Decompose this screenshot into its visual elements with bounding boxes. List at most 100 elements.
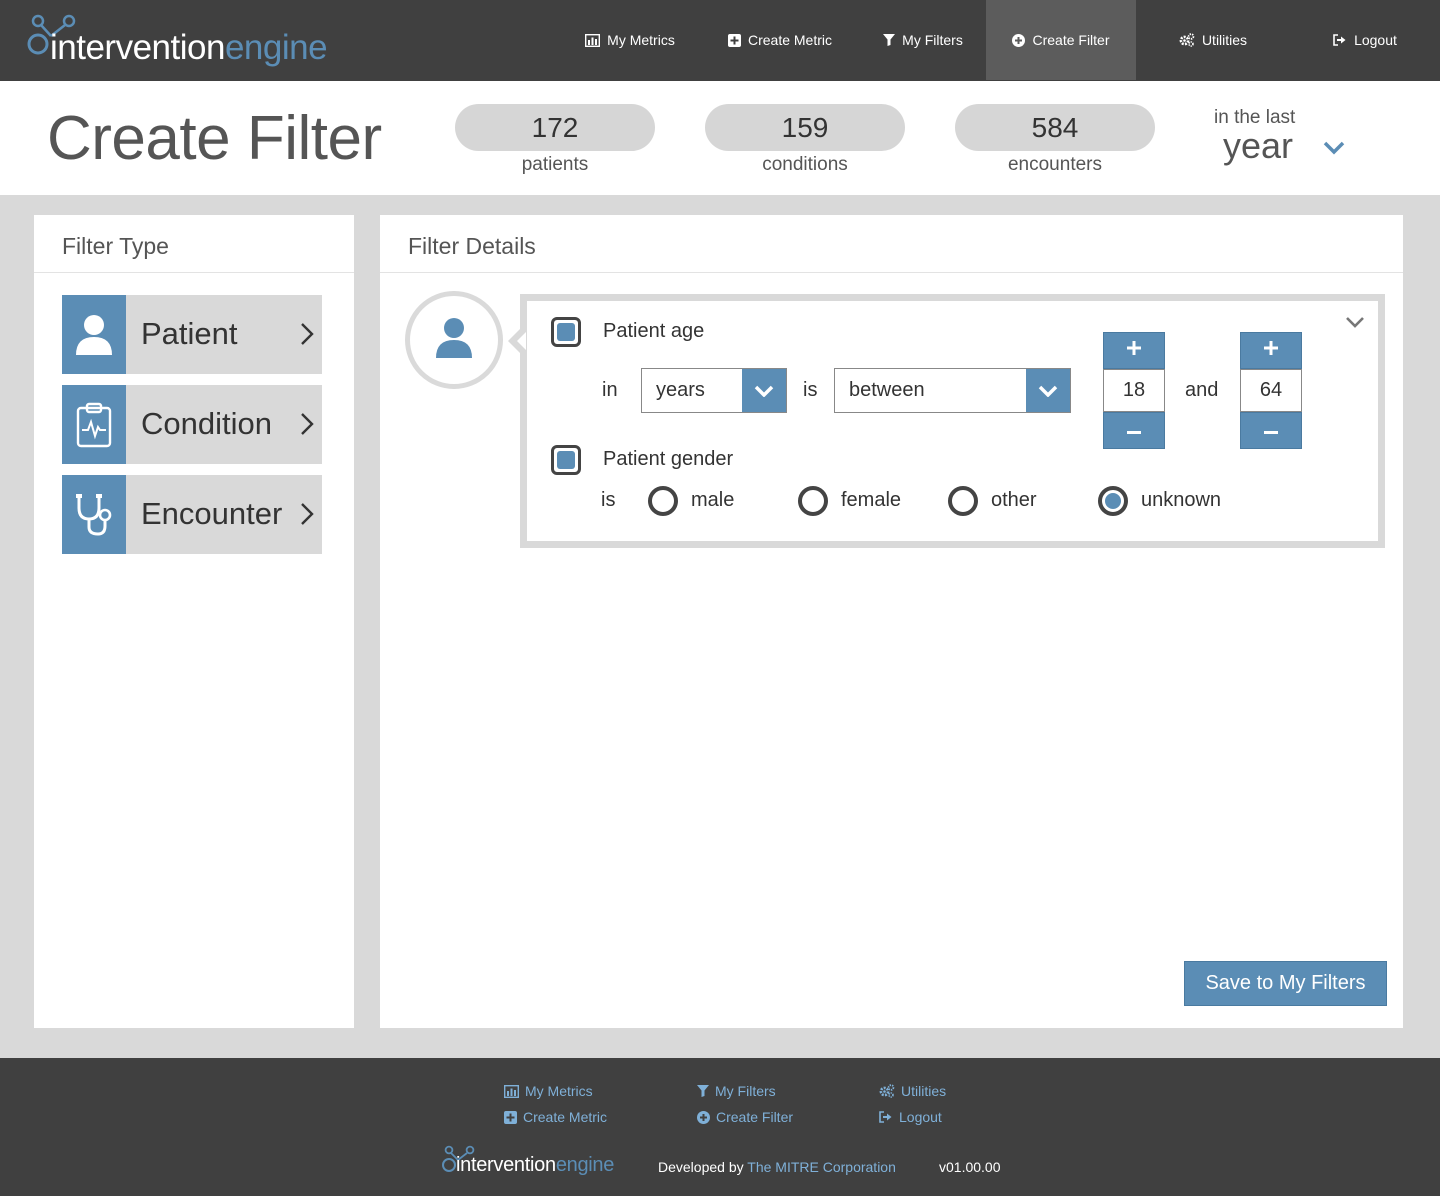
gender-radio-other[interactable]	[948, 486, 978, 516]
nav-create-filter[interactable]: Create Filter	[986, 0, 1136, 80]
filter-type-condition[interactable]: Condition	[62, 385, 322, 464]
main-nav: My Metrics Create Metric My Filters Crea…	[560, 0, 1440, 80]
footer-link-my-filters[interactable]: My Filters	[697, 1083, 776, 1099]
footer-link-label: Create Metric	[523, 1109, 608, 1125]
chevron-right-icon	[300, 502, 314, 531]
nav-logout[interactable]: Logout	[1290, 0, 1440, 80]
gender-option-label: female	[841, 489, 902, 511]
brand-name-part1: intervention	[456, 1154, 556, 1176]
gender-option-label: other	[991, 489, 1037, 511]
nav-label: Create Metric	[747, 32, 833, 48]
filter-details-panel: Filter Details Patient age in years is b…	[380, 215, 1403, 1028]
collapse-chevron-icon[interactable]	[1345, 315, 1365, 333]
age-operator-select[interactable]: between	[834, 368, 1071, 413]
plus-square-icon	[504, 1110, 517, 1124]
nav-label: My Filters	[902, 32, 963, 48]
gender-checkbox[interactable]	[551, 445, 581, 475]
stethoscope-icon	[62, 475, 126, 554]
plus-square-icon	[727, 33, 741, 47]
mitre-link[interactable]: The MITRE Corporation	[747, 1159, 896, 1175]
filter-type-label: Encounter	[141, 496, 283, 531]
gender-is-label: is	[601, 489, 616, 511]
stat-value: 584	[955, 104, 1155, 151]
increment-button[interactable]	[1240, 332, 1302, 369]
stat-patients: 172 patients	[455, 104, 655, 176]
gender-radio-male[interactable]	[648, 486, 678, 516]
footer-link-utilities[interactable]: Utilities	[879, 1083, 946, 1099]
filter-type-encounter[interactable]: Encounter	[62, 475, 322, 554]
minus-icon	[1264, 422, 1278, 440]
footer-link-label: Logout	[899, 1109, 942, 1125]
decrement-button[interactable]	[1103, 412, 1165, 449]
increment-button[interactable]	[1103, 332, 1165, 369]
plus-icon	[1127, 341, 1141, 360]
age-max-value[interactable]: 64	[1240, 369, 1302, 412]
filter-details-heading: Filter Details	[380, 215, 1403, 273]
gender-option-label: unknown	[1141, 489, 1222, 511]
chevron-down-icon	[1026, 369, 1070, 412]
gender-radio-female[interactable]	[798, 486, 828, 516]
brand-name-part1: intervention	[50, 28, 225, 67]
brand-name: interventionengine	[50, 28, 328, 68]
footer-link-logout[interactable]: Logout	[879, 1109, 942, 1125]
chevron-right-icon	[300, 412, 314, 441]
logout-icon	[879, 1111, 893, 1123]
decrement-button[interactable]	[1240, 412, 1302, 449]
period-value: year	[1223, 125, 1294, 166]
filter-type-label: Condition	[141, 406, 272, 441]
stat-label: patients	[521, 154, 589, 175]
developed-by-text: Developed by The MITRE Corporation	[658, 1159, 896, 1175]
footer-link-create-filter[interactable]: Create Filter	[697, 1109, 793, 1125]
chevron-right-icon	[300, 322, 314, 351]
filter-type-label: Patient	[141, 316, 238, 351]
filter-type-panel: Filter Type Patient Condition Encounter	[34, 215, 354, 1028]
nav-utilities[interactable]: Utilities	[1136, 0, 1290, 80]
patient-filter-card: Patient age in years is between 18 and 6…	[520, 294, 1385, 548]
nav-create-metric[interactable]: Create Metric	[700, 0, 860, 80]
footer-link-label: My Metrics	[525, 1083, 593, 1099]
logout-icon	[1333, 34, 1347, 46]
footer-brand-name: interventionengine	[456, 1154, 614, 1177]
age-min-value[interactable]: 18	[1103, 369, 1165, 412]
minus-icon	[1127, 422, 1141, 440]
stat-label: encounters	[1007, 154, 1102, 175]
filter-icon	[883, 34, 896, 46]
footer-link-create-metric[interactable]: Create Metric	[504, 1109, 607, 1125]
nav-label: Create Filter	[1032, 32, 1110, 48]
gender-label: Patient gender	[603, 448, 734, 470]
title-band: Create Filter 172 patients 159 condition…	[0, 81, 1440, 195]
age-in-label: in	[602, 379, 618, 401]
gears-icon	[1179, 33, 1195, 47]
filter-type-patient[interactable]: Patient	[62, 295, 322, 374]
time-period-selector[interactable]: in the last year	[1198, 107, 1368, 167]
version-label: v01.00.00	[939, 1159, 1001, 1175]
patient-avatar	[405, 291, 503, 389]
chevron-down-icon[interactable]	[1323, 141, 1345, 160]
age-and-label: and	[1185, 379, 1219, 401]
nav-my-metrics[interactable]: My Metrics	[560, 0, 700, 80]
stat-value: 172	[455, 104, 655, 151]
user-icon	[62, 295, 126, 374]
footer-link-my-metrics[interactable]: My Metrics	[504, 1083, 593, 1099]
age-min-stepper: 18	[1103, 332, 1165, 449]
nav-label: My Metrics	[607, 32, 675, 48]
nav-my-filters[interactable]: My Filters	[860, 0, 986, 80]
save-to-my-filters-button[interactable]: Save to My Filters	[1184, 961, 1387, 1006]
plus-circle-icon	[1012, 33, 1026, 47]
plus-circle-icon	[697, 1110, 710, 1124]
gender-radio-unknown[interactable]	[1098, 486, 1128, 516]
chevron-down-icon	[742, 369, 786, 412]
age-unit-select[interactable]: years	[641, 368, 787, 413]
gender-option-label: male	[691, 489, 735, 511]
age-checkbox[interactable]	[551, 317, 581, 347]
age-max-stepper: 64	[1240, 332, 1302, 449]
footer-link-label: Create Filter	[716, 1109, 794, 1125]
stat-conditions: 159 conditions	[705, 104, 905, 176]
plus-icon	[1264, 341, 1278, 360]
stat-encounters: 584 encounters	[955, 104, 1155, 176]
filter-type-heading: Filter Type	[34, 215, 354, 273]
footer-link-label: Utilities	[901, 1083, 947, 1099]
developed-by-label: Developed by	[658, 1159, 744, 1175]
age-is-label: is	[803, 379, 818, 401]
brand-name-part2: engine	[224, 28, 328, 67]
